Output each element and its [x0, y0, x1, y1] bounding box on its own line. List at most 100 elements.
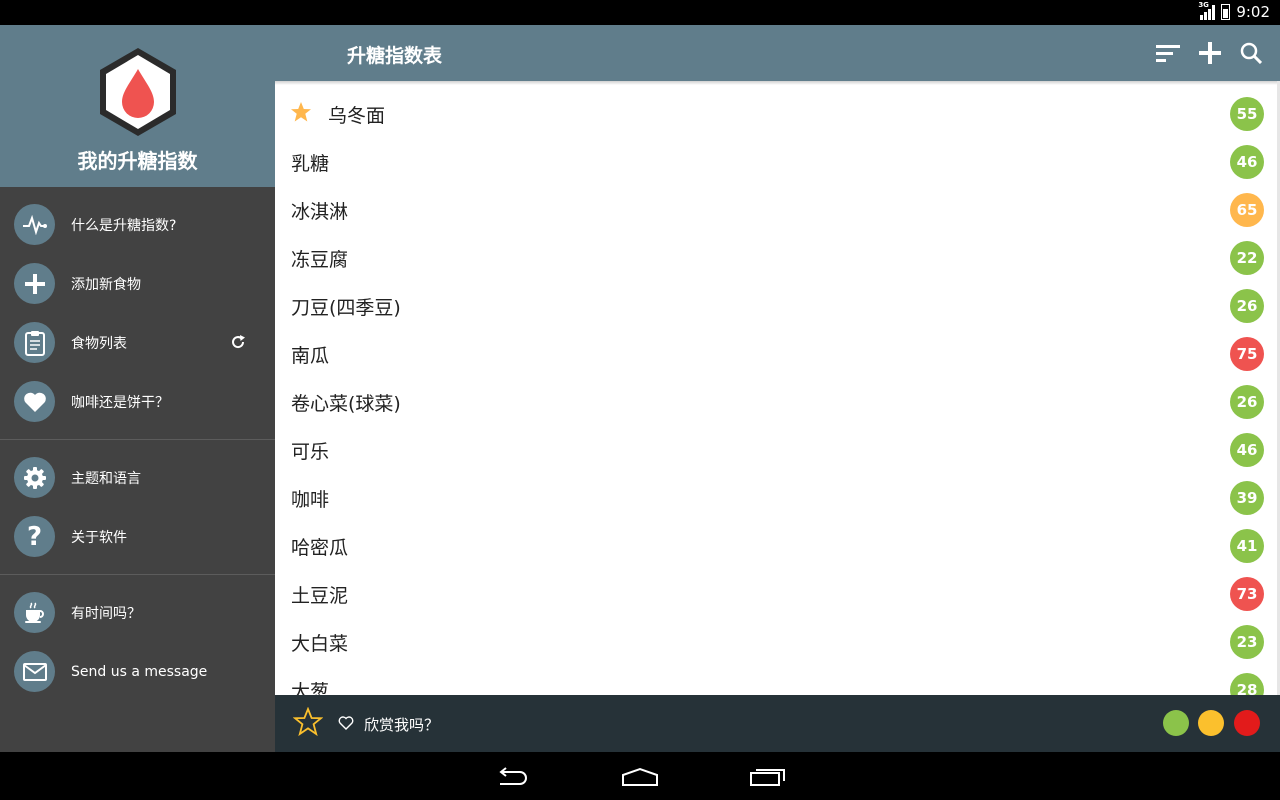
menu-item-have-time[interactable]: 有时间吗？	[0, 583, 275, 642]
food-list-item[interactable]: 南瓜 75	[275, 329, 1280, 377]
gi-value-badge: 26	[1230, 289, 1264, 323]
food-list-item[interactable]: 大白菜 23	[275, 617, 1280, 665]
list-top-shadow	[275, 81, 1280, 85]
food-list-item[interactable]: 乳糖 46	[275, 137, 1280, 185]
filter-yellow-dot[interactable]	[1198, 710, 1224, 736]
menu-item-theme-language[interactable]: 主题和语言	[0, 448, 275, 507]
food-name: 可乐	[291, 441, 330, 463]
menu-label: 关于软件	[71, 529, 127, 546]
menu-item-add-food[interactable]: 添加新食物	[0, 254, 275, 313]
gi-value-badge: 75	[1230, 337, 1264, 371]
plus-icon	[14, 263, 55, 304]
menu-label: 主题和语言	[71, 470, 141, 487]
gi-value-badge: 46	[1230, 145, 1264, 179]
filter-red-dot[interactable]	[1234, 710, 1260, 736]
add-icon	[1199, 42, 1221, 64]
gi-value-badge: 73	[1230, 577, 1264, 611]
gi-value-badge: 65	[1230, 193, 1264, 227]
drawer-divider	[0, 574, 275, 575]
food-name: 南瓜	[291, 345, 330, 367]
add-button[interactable]	[1196, 39, 1224, 67]
menu-label: 什么是升糖指数?	[71, 217, 177, 234]
gi-value-badge: 46	[1230, 433, 1264, 467]
gi-value-badge: 23	[1230, 625, 1264, 659]
menu-item-coffee-or-cookie[interactable]: 咖啡还是饼干？	[0, 372, 275, 431]
food-list-item[interactable]: 咖啡 39	[275, 473, 1280, 521]
food-name: 刀豆(四季豆)	[291, 297, 401, 319]
favorite-star-icon[interactable]	[290, 101, 312, 123]
sync-icon[interactable]	[228, 332, 248, 352]
menu-label: 有时间吗？	[71, 605, 141, 622]
sort-icon	[1156, 45, 1180, 62]
food-name: 大白菜	[291, 633, 349, 655]
food-list-item[interactable]: 土豆泥 73	[275, 569, 1280, 617]
heart-icon	[14, 381, 55, 422]
sort-button[interactable]	[1154, 39, 1182, 67]
battery-icon	[1221, 4, 1231, 20]
food-name: 冰淇淋	[291, 201, 349, 223]
food-list-item[interactable]: 哈密瓜 41	[275, 521, 1280, 569]
page-title: 升糖指数表	[347, 45, 443, 67]
gi-value-badge: 55	[1230, 97, 1264, 131]
food-list-item[interactable]: 大葱 28	[275, 665, 1280, 695]
menu-label: 食物列表	[71, 335, 127, 352]
drawer-header: 我的升糖指数	[0, 25, 275, 187]
food-name: 冻豆腐	[291, 249, 349, 271]
back-icon	[499, 767, 527, 785]
menu-item-about[interactable]: ? 关于软件	[0, 507, 275, 566]
filter-green-dot[interactable]	[1163, 710, 1189, 736]
menu-item-send-message[interactable]: Send us a message	[0, 642, 275, 701]
heart-outline-icon	[338, 716, 354, 730]
menu-item-what-is-gi[interactable]: 什么是升糖指数?	[0, 195, 275, 254]
food-name: 咖啡	[291, 489, 330, 511]
gi-value-badge: 26	[1230, 385, 1264, 419]
drawer-divider	[0, 439, 275, 440]
home-icon	[622, 767, 658, 786]
app-name: 我的升糖指数	[77, 149, 198, 173]
menu-label: Send us a message	[71, 663, 208, 680]
food-name: 乳糖	[291, 153, 330, 175]
navigation-drawer: 我的升糖指数 什么是升糖指数? 添加新食物 食物列表 咖啡还是饼干？ 主题和语言…	[0, 25, 275, 752]
status-bar: 3G 9:02	[0, 0, 1280, 25]
food-list-item[interactable]: 可乐 46	[275, 425, 1280, 473]
home-button[interactable]	[618, 762, 662, 792]
food-name: 哈密瓜	[291, 537, 349, 559]
recents-icon	[750, 769, 785, 786]
menu-label: 添加新食物	[71, 276, 141, 293]
food-list-item[interactable]: 乌冬面 55	[275, 89, 1280, 137]
food-list-item[interactable]: 卷心菜(球菜) 26	[275, 377, 1280, 425]
food-list[interactable]: 乌冬面 55 乳糖 46 冰淇淋 65 冻豆腐 22 刀豆(四季豆) 26 南瓜 75 卷心菜(球菜) 2…	[275, 81, 1280, 695]
bottom-bar: 欣赏我吗？	[275, 695, 1280, 752]
food-list-item[interactable]: 刀豆(四季豆) 26	[275, 281, 1280, 329]
food-name: 乌冬面	[328, 105, 386, 127]
pulse-icon	[14, 204, 55, 245]
back-button[interactable]	[490, 762, 534, 792]
menu-label: 咖啡还是饼干？	[71, 394, 169, 411]
gear-icon	[14, 457, 55, 498]
blood-drop-logo-icon	[100, 48, 176, 136]
search-icon	[1240, 42, 1262, 64]
favorites-star-icon[interactable]	[293, 707, 323, 737]
signal-icon: 3G	[1198, 1, 1216, 20]
coffee-cup-icon	[14, 592, 55, 633]
gi-value-badge: 41	[1230, 529, 1264, 563]
network-type: 3G	[1198, 1, 1209, 9]
food-list-item[interactable]: 冻豆腐 22	[275, 233, 1280, 281]
gi-value-badge: 22	[1230, 241, 1264, 275]
recents-button[interactable]	[746, 762, 790, 792]
search-button[interactable]	[1237, 39, 1265, 67]
food-list-item[interactable]: 冰淇淋 65	[275, 185, 1280, 233]
clipboard-icon	[14, 322, 55, 363]
food-name: 大葱	[291, 681, 330, 695]
menu-item-food-list[interactable]: 食物列表	[0, 313, 275, 372]
question-icon: ?	[14, 516, 55, 557]
system-nav-bar	[0, 752, 1280, 800]
envelope-icon	[14, 651, 55, 692]
app-bar: 升糖指数表	[275, 25, 1280, 81]
status-time: 9:02	[1236, 3, 1270, 21]
food-name: 土豆泥	[291, 585, 349, 607]
gi-value-badge: 39	[1230, 481, 1264, 515]
food-name: 卷心菜(球菜)	[291, 393, 401, 415]
rate-app-link[interactable]: 欣赏我吗？	[364, 714, 439, 735]
gi-value-badge: 28	[1230, 673, 1264, 695]
